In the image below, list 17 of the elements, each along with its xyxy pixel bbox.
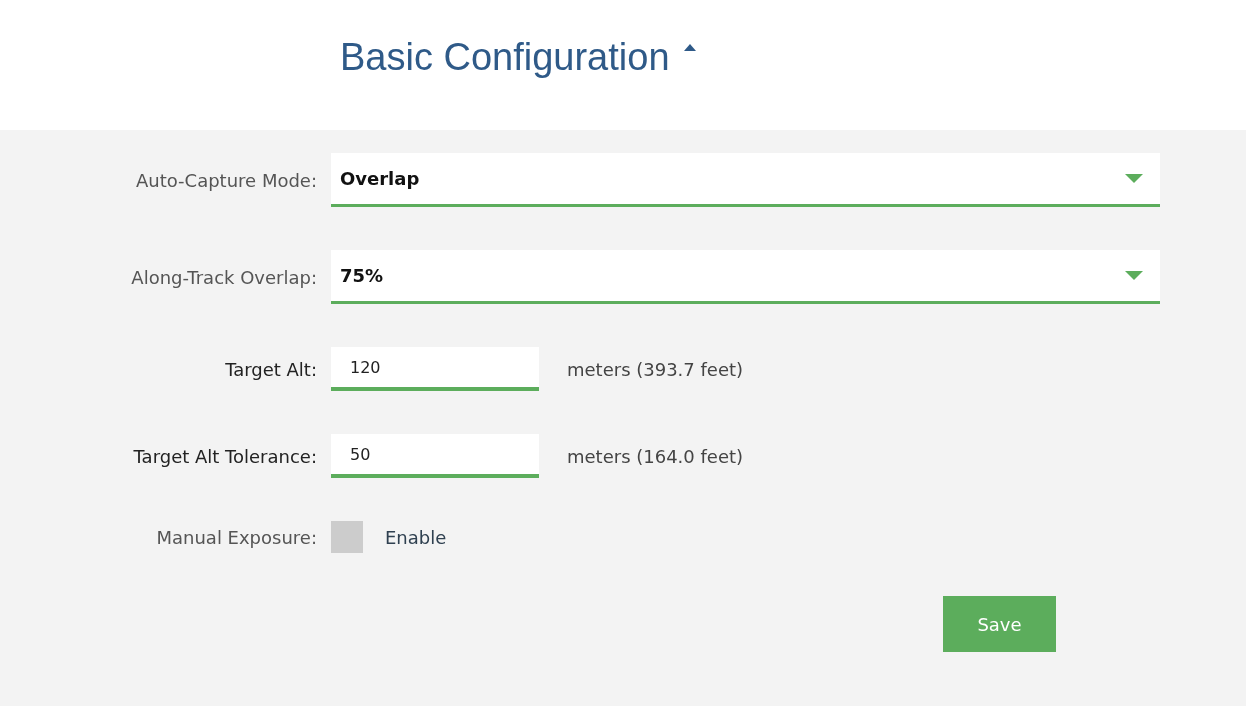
dropdown-field[interactable]: Overlap	[331, 153, 1160, 207]
checkbox-label: Enable	[385, 526, 447, 548]
dropdown-field[interactable]: 75%	[331, 250, 1160, 304]
unit-text: meters (164.0 feet)	[567, 445, 744, 467]
unit-text: meters (393.7 feet)	[567, 358, 744, 380]
field-label: Manual Exposure:	[155, 526, 317, 548]
section-toggle[interactable]: Basic Configuration	[340, 35, 696, 79]
caret-icon	[1125, 173, 1143, 184]
field-label: Target Alt Tolerance:	[132, 445, 317, 467]
field-label: Auto-Capture Mode:	[134, 169, 317, 191]
input-field[interactable]: 120	[331, 347, 539, 391]
caret-icon	[1125, 270, 1143, 281]
field-label: Target Alt:	[224, 358, 317, 380]
caret-icon	[683, 43, 696, 51]
input-field[interactable]: 50	[331, 434, 539, 478]
field-label: Along-Track Overlap:	[130, 266, 317, 288]
checkbox[interactable]	[331, 521, 363, 553]
